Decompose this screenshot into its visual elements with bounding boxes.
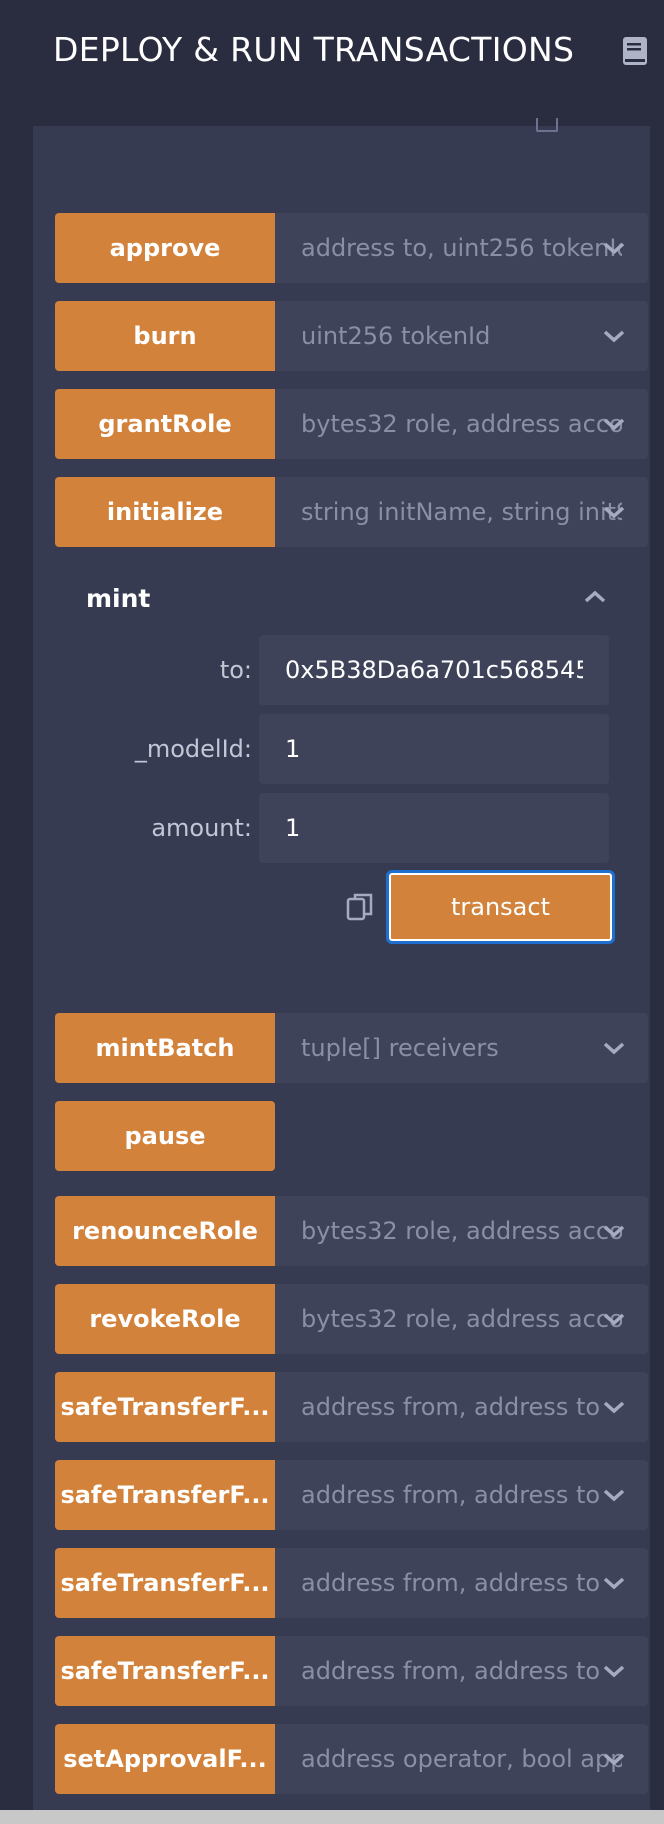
chevron-down-icon[interactable] <box>601 1658 627 1684</box>
safetransferfrom-button[interactable]: safeTransferF... <box>55 1636 275 1706</box>
chevron-down-icon[interactable] <box>601 411 627 437</box>
renouncerole-button[interactable]: renounceRole <box>55 1196 275 1266</box>
chevron-down-icon[interactable] <box>601 1746 627 1772</box>
mint-to-input[interactable] <box>259 635 609 705</box>
grantrole-args-input[interactable] <box>275 389 648 459</box>
setapprovalforall-args-input[interactable] <box>275 1724 648 1794</box>
approve-button[interactable]: approve <box>55 213 275 283</box>
approve-args-input[interactable] <box>275 213 648 283</box>
function-row-burn: burn <box>55 301 648 371</box>
mintbatch-args-input[interactable] <box>275 1013 648 1083</box>
mint-function-title: mint <box>86 584 151 613</box>
revokerole-args-input[interactable] <box>275 1284 648 1354</box>
chevron-down-icon[interactable] <box>601 1570 627 1596</box>
function-row-mintbatch: mintBatch <box>55 1013 648 1083</box>
renouncerole-args-input[interactable] <box>275 1196 648 1266</box>
safetransferfrom-button[interactable]: safeTransferF... <box>55 1372 275 1442</box>
function-row-grantrole: grantRole <box>55 389 648 459</box>
function-row-pause: pause <box>55 1101 625 1171</box>
safetransferfrom-args-input[interactable] <box>275 1636 648 1706</box>
mint-modelid-label: _modelId: <box>134 735 252 763</box>
burn-args-input[interactable] <box>275 301 648 371</box>
initialize-args-input[interactable] <box>275 477 648 547</box>
function-row-approve: approve <box>55 213 648 283</box>
burn-button[interactable]: burn <box>55 301 275 371</box>
mint-amount-label: amount: <box>151 814 252 842</box>
revokerole-button[interactable]: revokeRole <box>55 1284 275 1354</box>
panel-header: DEPLOY & RUN TRANSACTIONS <box>0 0 664 104</box>
chevron-down-icon[interactable] <box>601 1482 627 1508</box>
chevron-up-icon[interactable] <box>582 584 608 610</box>
chevron-down-icon[interactable] <box>601 1394 627 1420</box>
chevron-down-icon[interactable] <box>601 1218 627 1244</box>
mint-to-label: to: <box>219 656 252 684</box>
function-row-safetransferfrom: safeTransferF... <box>55 1636 648 1706</box>
chevron-down-icon[interactable] <box>601 1306 627 1332</box>
checkbox-edge <box>536 118 558 132</box>
safetransferfrom-args-input[interactable] <box>275 1372 648 1442</box>
function-row-revokerole: revokeRole <box>55 1284 648 1354</box>
initialize-button[interactable]: initialize <box>55 477 275 547</box>
safetransferfrom-args-input[interactable] <box>275 1460 648 1530</box>
function-row-safetransferfrom: safeTransferF... <box>55 1460 648 1530</box>
function-row-safetransferfrom: safeTransferF... <box>55 1548 648 1618</box>
chevron-down-icon[interactable] <box>601 1035 627 1061</box>
setapprovalforall-button[interactable]: setApprovalF... <box>55 1724 275 1794</box>
pause-button[interactable]: pause <box>55 1101 275 1171</box>
chevron-down-icon[interactable] <box>601 235 627 261</box>
function-row-renouncerole: renounceRole <box>55 1196 648 1266</box>
panel-title: DEPLOY & RUN TRANSACTIONS <box>53 30 575 69</box>
safetransferfrom-args-input[interactable] <box>275 1548 648 1618</box>
function-row-setapprovalforall: setApprovalF... <box>55 1724 648 1794</box>
mint-modelid-input[interactable] <box>259 714 609 784</box>
transact-button[interactable]: transact <box>386 870 615 944</box>
mintbatch-button[interactable]: mintBatch <box>55 1013 275 1083</box>
chevron-down-icon[interactable] <box>601 499 627 525</box>
chevron-down-icon[interactable] <box>601 323 627 349</box>
function-row-safetransferfrom: safeTransferF... <box>55 1372 648 1442</box>
window-bottom-edge <box>0 1810 664 1824</box>
copy-icon[interactable] <box>346 892 374 922</box>
grantrole-button[interactable]: grantRole <box>55 389 275 459</box>
mint-amount-input[interactable] <box>259 793 609 863</box>
safetransferfrom-button[interactable]: safeTransferF... <box>55 1460 275 1530</box>
book-icon[interactable] <box>622 36 648 66</box>
safetransferfrom-button[interactable]: safeTransferF... <box>55 1548 275 1618</box>
function-row-initialize: initialize <box>55 477 648 547</box>
